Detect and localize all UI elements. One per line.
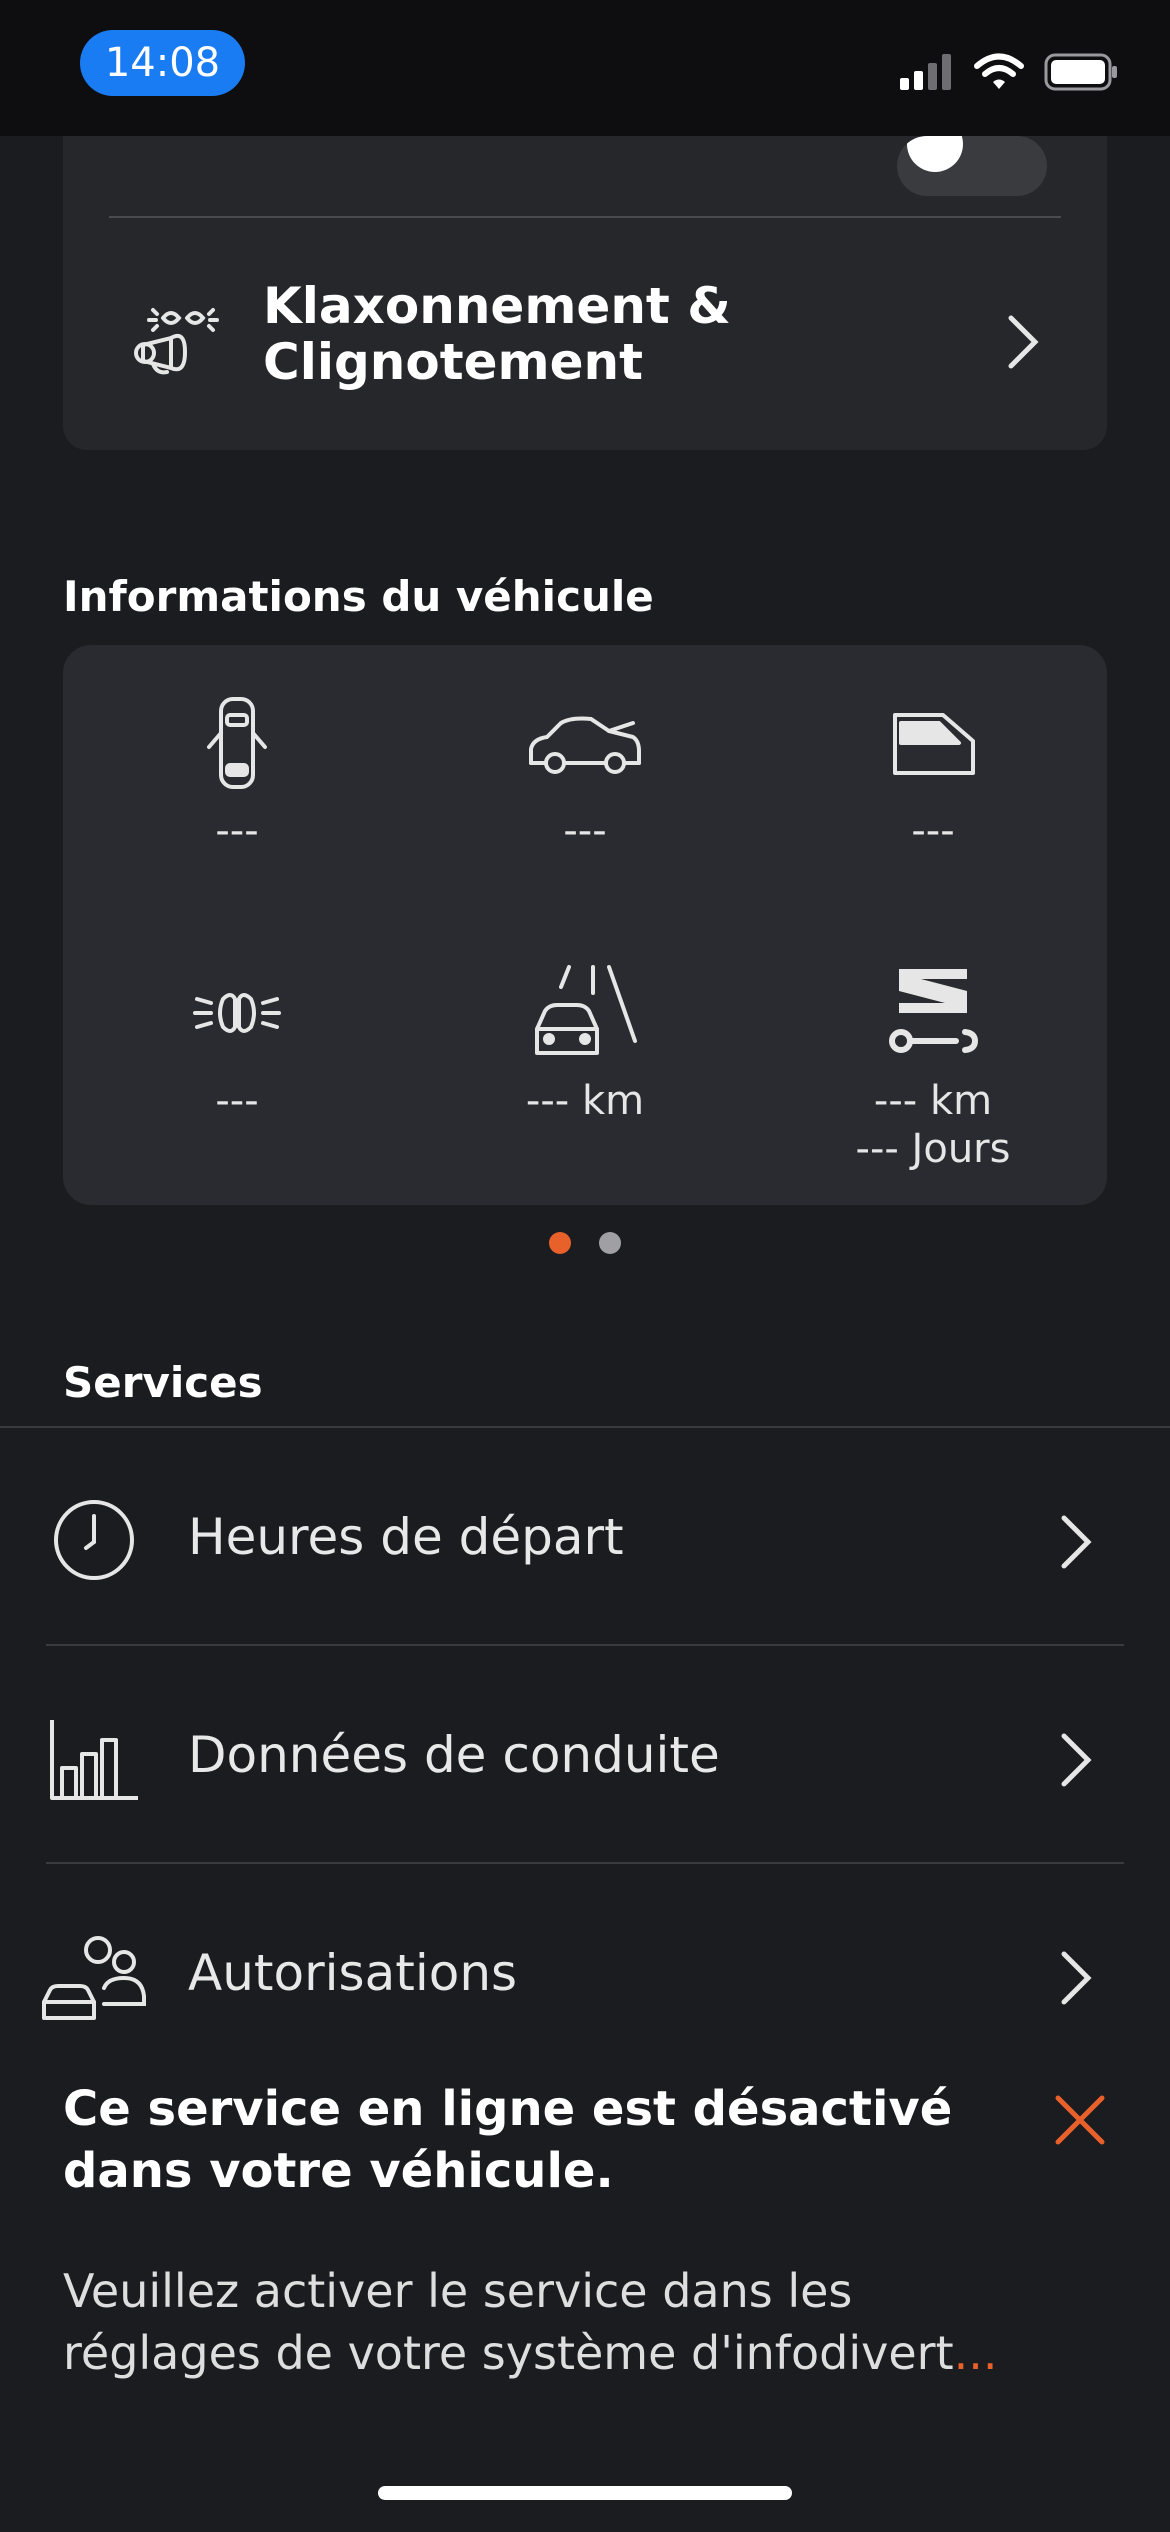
battery-icon — [1044, 53, 1117, 91]
chevron-right-icon — [1008, 315, 1039, 369]
car-window-icon — [893, 713, 975, 775]
windows-value: --- — [911, 808, 955, 854]
vehicle-info-trunk: --- — [411, 693, 759, 855]
remote-actions-card: Klaxonnement & Clignotement — [63, 100, 1107, 450]
clock-icon — [54, 1500, 134, 1580]
status-time: 14:08 — [80, 30, 245, 96]
service-interval-value: --- km --- Jours — [855, 1078, 1011, 1172]
trunk-value: --- — [563, 808, 607, 854]
vehicle-info-title: Informations du véhicule — [63, 572, 654, 621]
vehicle-info-lights: --- — [63, 963, 411, 1125]
service-disabled-notice: Ce service en ligne est désactivé dans v… — [0, 2050, 1170, 2532]
feature-toggle[interactable] — [897, 136, 1047, 196]
range-value: --- km — [525, 1078, 645, 1124]
notice-body-text: Veuillez activer le service dans les rég… — [63, 2264, 954, 2380]
lights-value: --- — [215, 1078, 259, 1124]
toggle-knob — [907, 136, 963, 172]
seat-service-icon — [889, 969, 979, 1053]
notice-title: Ce service en ligne est désactivé dans v… — [63, 2081, 953, 2199]
notice-more-link[interactable]: ... — [954, 2326, 998, 2380]
chevron-right-icon — [1061, 1515, 1092, 1569]
cellular-signal-icon — [900, 54, 951, 90]
card-divider — [109, 216, 1061, 218]
vehicle-info-range: --- km — [411, 963, 759, 1125]
car-road-icon — [535, 965, 637, 1055]
services-title: Services — [63, 1358, 263, 1407]
service-driving-data[interactable]: Données de conduite — [46, 1646, 1124, 1864]
vehicle-info-doors: --- — [63, 693, 411, 855]
service-label: Données de conduite — [188, 1726, 720, 1784]
close-icon[interactable] — [1050, 2090, 1110, 2150]
status-bar: 14:08 — [0, 0, 1170, 136]
vehicle-info-card[interactable]: --- --- --- --- --- km --- km --- Jours — [63, 645, 1107, 1205]
car-trunk-icon — [529, 716, 641, 774]
wifi-icon — [974, 53, 1024, 89]
service-label: Heures de départ — [188, 1508, 624, 1566]
horn-flash-icon — [134, 308, 219, 375]
status-icons — [900, 50, 1118, 94]
authorizations-icon — [42, 1936, 146, 2020]
chevron-right-icon — [1061, 1733, 1092, 1787]
headlights-icon — [193, 993, 281, 1033]
notice-body: Veuillez activer le service dans les rég… — [63, 2260, 1063, 2384]
pager-dot-2[interactable] — [599, 1232, 621, 1254]
horn-and-flash-row[interactable]: Klaxonnement & Clignotement — [63, 230, 1107, 450]
pager — [0, 1232, 1170, 1254]
service-departure-times[interactable]: Heures de départ — [46, 1428, 1124, 1646]
horn-and-flash-label: Klaxonnement & Clignotement — [263, 277, 731, 391]
screen: 14:08 Klaxonnement & Clignotement Inform… — [0, 0, 1170, 2532]
vehicle-info-windows: --- — [759, 693, 1107, 855]
vehicle-info-service: --- km --- Jours — [759, 963, 1107, 1173]
chevron-right-icon — [1061, 1951, 1092, 2005]
doors-value: --- — [215, 808, 259, 854]
home-indicator[interactable] — [378, 2486, 792, 2500]
pager-dot-1[interactable] — [549, 1232, 571, 1254]
car-doors-icon — [207, 697, 267, 789]
bar-chart-icon — [50, 1720, 138, 1800]
service-label: Autorisations — [188, 1944, 518, 2002]
